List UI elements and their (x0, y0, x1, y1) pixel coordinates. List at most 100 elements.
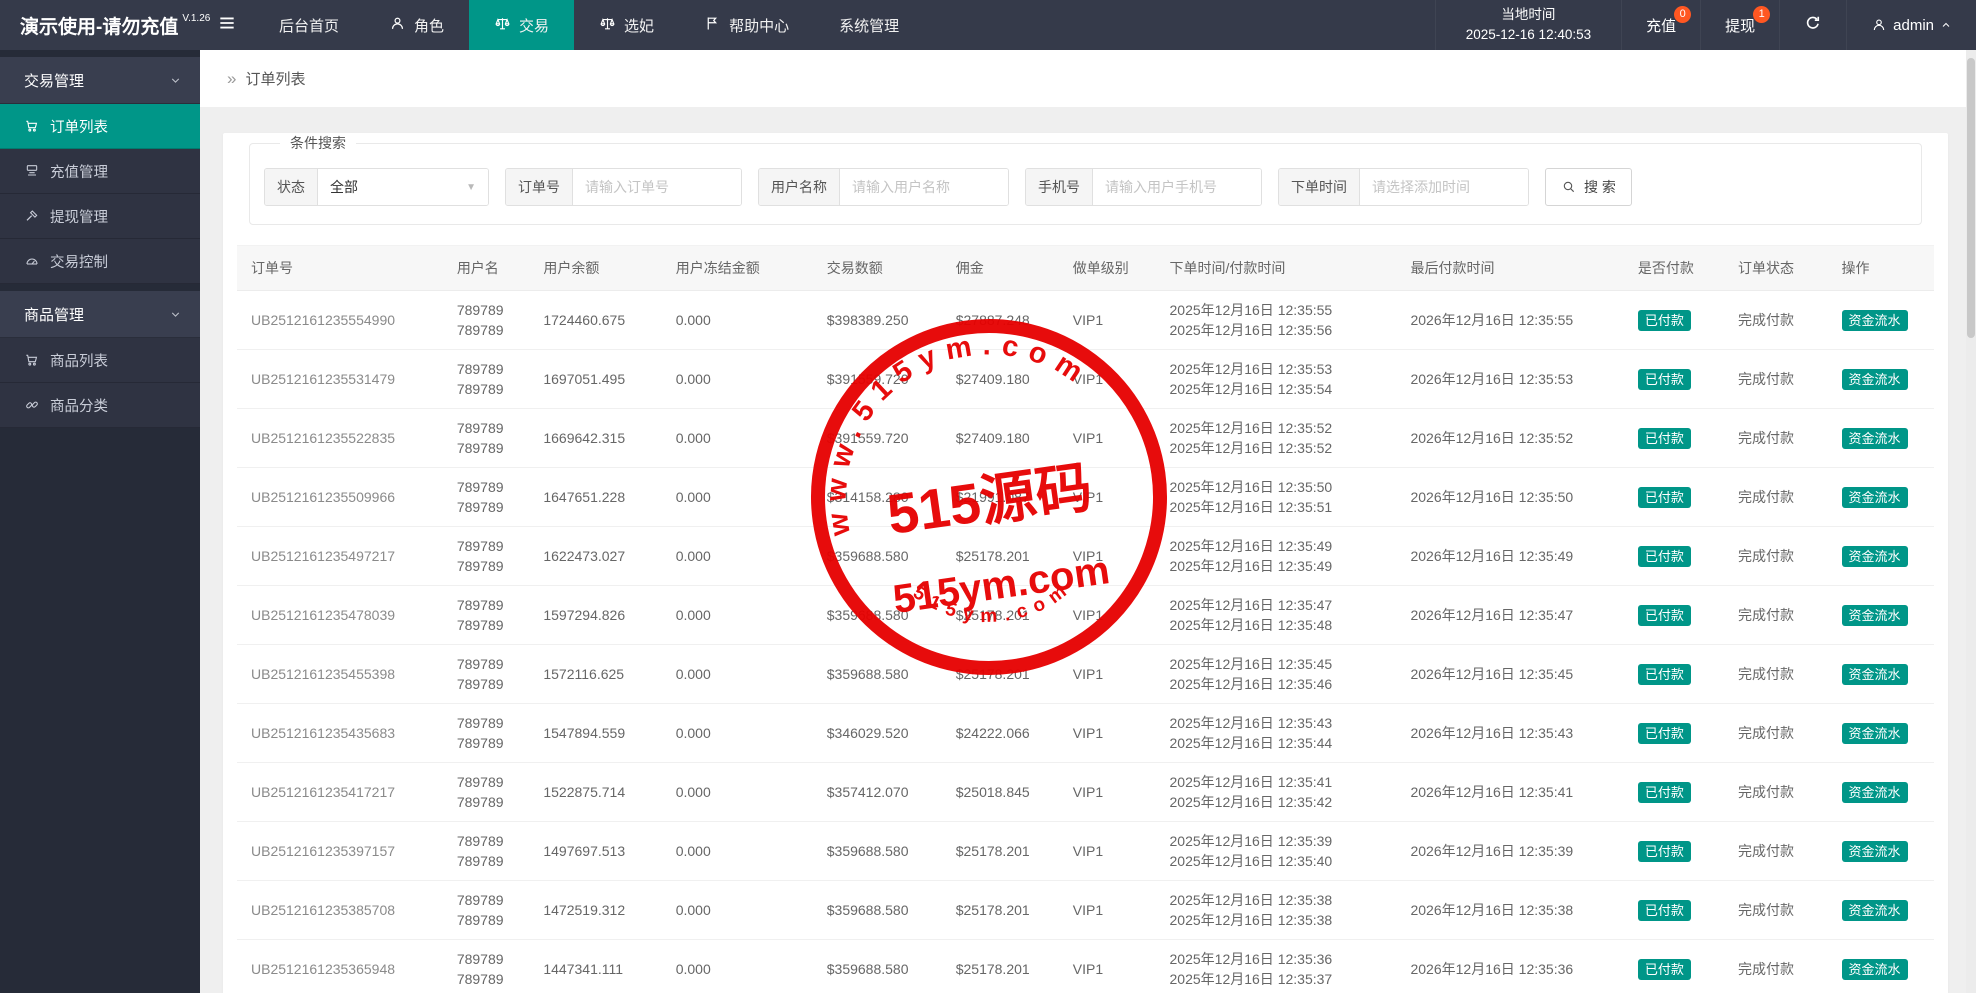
user-icon (1873, 19, 1885, 31)
fund-flow-button[interactable]: 资金流水 (1841, 486, 1908, 508)
nav-label: 交易 (519, 17, 550, 35)
cell-commission: $24222.066 (949, 703, 1067, 763)
cell-level: VIP1 (1066, 585, 1164, 645)
sidebar-item-trade-control[interactable]: 交易控制 (0, 239, 200, 284)
nav-item-dashboard[interactable]: 后台首页 (254, 0, 364, 50)
select-caret-icon: ▼ (466, 181, 476, 193)
cell-last-pay-time: 2026年12月16日 12:35:52 (1404, 408, 1632, 468)
fund-flow-button[interactable]: 资金流水 (1841, 899, 1908, 921)
fund-flow-button[interactable]: 资金流水 (1841, 663, 1908, 685)
paid-badge: 已付款 (1637, 663, 1691, 685)
vertical-scrollbar[interactable] (1966, 50, 1976, 993)
cell-actions: 资金流水 (1835, 585, 1934, 645)
cell-frozen: 0.000 (669, 880, 821, 940)
pay-time: 2025年12月16日 12:35:42 (1169, 794, 1333, 810)
phone-input[interactable] (1093, 169, 1261, 205)
order-no-input[interactable] (573, 169, 741, 205)
cell-paid: 已付款 (1631, 821, 1732, 881)
username-line: 789789 (456, 774, 504, 790)
paid-badge: 已付款 (1637, 545, 1691, 567)
nav-item-trade[interactable]: 交易 (469, 0, 575, 50)
fund-flow-button[interactable]: 资金流水 (1841, 722, 1908, 744)
withdraw-link[interactable]: 提现 1 (1700, 0, 1779, 50)
sidebar-item-goods-list[interactable]: 商品列表 (0, 338, 200, 383)
fund-flow-button[interactable]: 资金流水 (1841, 368, 1908, 390)
sidebar-item-label: 订单列表 (50, 119, 108, 136)
username-line: 789789 (456, 853, 504, 869)
scrollbar-thumb[interactable] (1967, 58, 1975, 338)
cell-order-status: 完成付款 (1731, 526, 1836, 586)
cell-order-no: UB2512161235385708 (237, 880, 451, 940)
refresh-button[interactable] (1779, 0, 1846, 50)
withdraw-badge: 1 (1753, 6, 1771, 23)
order-time: 2025年12月16日 12:35:41 (1169, 774, 1333, 790)
orders-table-body: UB2512161235554990 789789 789789 1724460.67… (237, 290, 1934, 993)
recharge-link[interactable]: 充值 0 (1621, 0, 1700, 50)
sidebar-group-goods[interactable]: 商品管理 (0, 291, 200, 338)
admin-menu[interactable]: admin (1846, 0, 1976, 50)
sidebar-toggle-button[interactable] (200, 0, 254, 50)
cell-order-pay-time: 2025年12月16日 12:35:52 2025年12月16日 12:35:52 (1163, 408, 1405, 468)
orders-table-header: 订单号 用户名 用户余额 用户冻结金额 交易数额 佣金 做单级别 下单时间/付款… (237, 245, 1934, 291)
cell-balance: 1572116.625 (537, 644, 670, 704)
cell-frozen: 0.000 (669, 467, 821, 527)
cell-username: 789789 789789 (450, 526, 538, 586)
fund-flow-button[interactable]: 资金流水 (1841, 840, 1908, 862)
pos-terminal-icon (26, 165, 38, 176)
sidebar-item-goods-category[interactable]: 商品分类 (0, 383, 200, 428)
col-level: 做单级别 (1066, 245, 1164, 291)
fund-flow-button[interactable]: 资金流水 (1841, 958, 1908, 980)
search-fieldset: 条件搜索 状态 全部 ▼ 订单号 用户名称 (249, 133, 1922, 225)
order-time: 2025年12月16日 12:35:38 (1169, 892, 1333, 908)
sidebar-group-trade[interactable]: 交易管理 (0, 57, 200, 104)
order-no-filter: 订单号 (505, 168, 742, 206)
nav-item-system[interactable]: 系统管理 (814, 0, 924, 50)
fund-flow-button[interactable]: 资金流水 (1841, 781, 1908, 803)
status-select[interactable]: 全部 ▼ (318, 169, 488, 205)
cell-paid: 已付款 (1631, 762, 1732, 822)
nav-item-help-center[interactable]: 帮助中心 (679, 0, 814, 50)
username-input[interactable] (840, 169, 1008, 205)
fund-flow-button[interactable]: 资金流水 (1841, 309, 1908, 331)
cell-order-status: 完成付款 (1731, 644, 1836, 704)
sidebar-item-recharge-management[interactable]: 充值管理 (0, 149, 200, 194)
nav-item-roles[interactable]: 角色 (364, 0, 469, 50)
cell-amount: $346029.520 (820, 703, 950, 763)
breadcrumb: » 订单列表 (200, 50, 1976, 107)
cell-order-status: 完成付款 (1731, 703, 1836, 763)
paid-badge: 已付款 (1637, 899, 1691, 921)
nav-item-xuanfei[interactable]: 选妃 (574, 0, 679, 50)
order-row: UB2512161235417217 789789 789789 1522875.71… (237, 762, 1934, 822)
orders-card: 条件搜索 状态 全部 ▼ 订单号 用户名称 (223, 133, 1948, 993)
username-line: 789789 (456, 951, 504, 967)
cell-frozen: 0.000 (669, 349, 821, 409)
fund-flow-button[interactable]: 资金流水 (1841, 604, 1908, 626)
fund-flow-button[interactable]: 资金流水 (1841, 427, 1908, 449)
sidebar-item-withdraw-management[interactable]: 提现管理 (0, 194, 200, 239)
cell-last-pay-time: 2026年12月16日 12:35:47 (1404, 585, 1632, 645)
cell-balance: 1522875.714 (537, 762, 670, 822)
paid-badge: 已付款 (1637, 368, 1691, 390)
cell-level: VIP1 (1066, 703, 1164, 763)
topbar-right: 当地时间 2025-12-16 12:40:53 充值 0 提现 1 admin (1434, 0, 1976, 50)
search-button[interactable]: 搜 索 (1545, 168, 1632, 206)
username-line: 789789 (456, 833, 504, 849)
cell-amount: $359688.580 (820, 880, 950, 940)
cell-username: 789789 789789 (450, 408, 538, 468)
sidebar-group-label: 交易管理 (24, 72, 85, 90)
cell-actions: 资金流水 (1835, 408, 1934, 468)
cell-order-pay-time: 2025年12月16日 12:35:45 2025年12月16日 12:35:46 (1163, 644, 1405, 704)
fund-flow-button[interactable]: 资金流水 (1841, 545, 1908, 567)
pay-time: 2025年12月16日 12:35:49 (1169, 558, 1333, 574)
order-no-label: 订单号 (506, 169, 573, 205)
cell-level: VIP1 (1066, 349, 1164, 409)
top-nav: 后台首页 角色 交易 选妃 帮助中心 系统管理 (254, 0, 924, 50)
cell-balance: 1697051.495 (537, 349, 670, 409)
col-paid: 是否付款 (1631, 245, 1732, 291)
order-time-input[interactable] (1360, 169, 1528, 205)
pay-time: 2025年12月16日 12:35:56 (1169, 322, 1333, 338)
sidebar-item-order-list[interactable]: 订单列表 (0, 104, 200, 149)
cell-actions: 资金流水 (1835, 880, 1934, 940)
cell-frozen: 0.000 (669, 526, 821, 586)
paid-badge: 已付款 (1637, 840, 1691, 862)
